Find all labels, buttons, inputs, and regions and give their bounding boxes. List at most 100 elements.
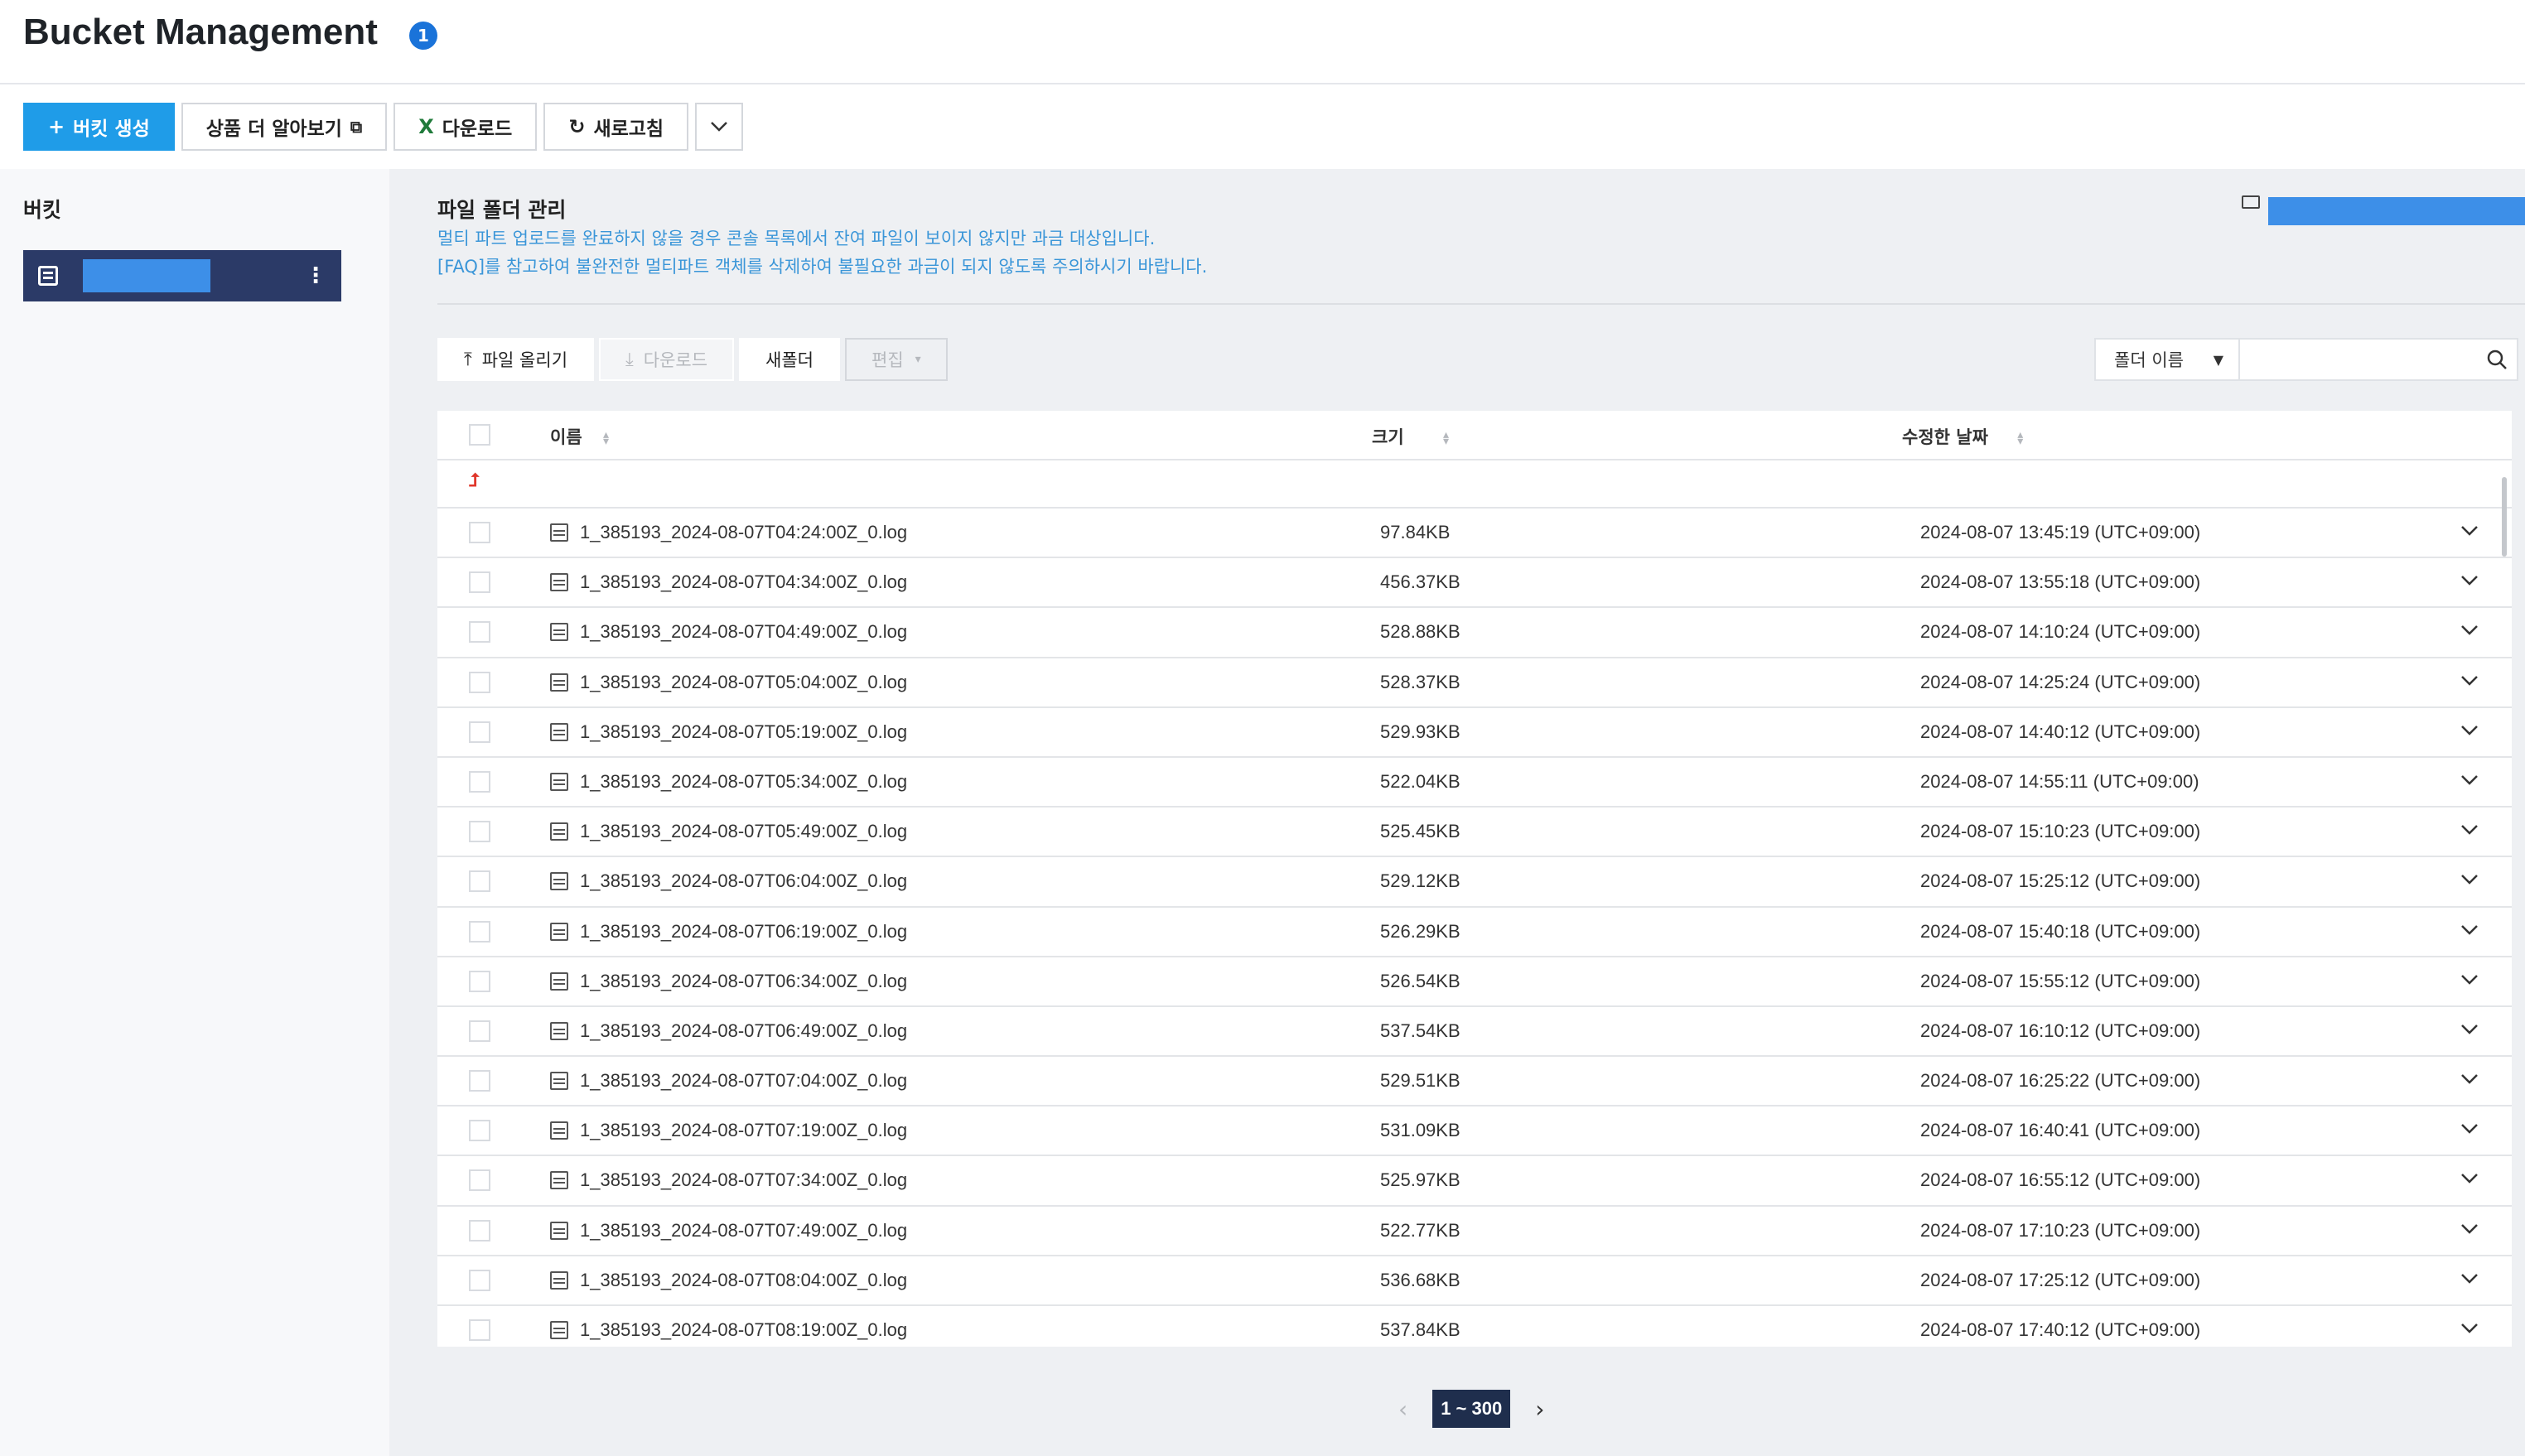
bucket-icon (38, 266, 58, 286)
table-row[interactable]: 1_385193_2024-08-07T07:49:00Z_0.log 522.7… (437, 1207, 2512, 1256)
table-row[interactable]: 1_385193_2024-08-07T06:34:00Z_0.log 526.5… (437, 957, 2512, 1007)
chevron-down-icon[interactable] (2460, 1068, 2479, 1090)
chevron-down-icon[interactable] (2460, 570, 2479, 591)
table-row[interactable]: 1_385193_2024-08-07T07:19:00Z_0.log 531.0… (437, 1106, 2512, 1157)
file-name[interactable]: 1_385193_2024-08-07T08:19:00Z_0.log (580, 1319, 907, 1341)
chevron-down-icon[interactable] (2460, 819, 2479, 841)
row-checkbox[interactable] (469, 1169, 490, 1192)
column-size-header[interactable]: 크기 ▴ ▾ (1372, 424, 1449, 449)
redacted-bucket-name (83, 259, 210, 292)
chevron-down-icon[interactable] (2460, 720, 2479, 741)
table-row[interactable]: 1_385193_2024-08-07T05:34:00Z_0.log 522.0… (437, 758, 2512, 808)
file-name[interactable]: 1_385193_2024-08-07T04:24:00Z_0.log (580, 522, 907, 543)
refresh-button[interactable]: ↻ 새로고침 (543, 103, 689, 151)
faq-notice-text[interactable]: [FAQ]를 참고하여 불완전한 멀티파트 객체를 삭제하여 불필요한 과금이 … (437, 253, 1207, 278)
file-name[interactable]: 1_385193_2024-08-07T07:19:00Z_0.log (580, 1120, 907, 1141)
row-checkbox[interactable] (469, 522, 490, 543)
parent-folder-row[interactable]: ⮥ (437, 460, 2512, 509)
table-row[interactable]: 1_385193_2024-08-07T06:49:00Z_0.log 537.5… (437, 1007, 2512, 1058)
file-icon (550, 822, 568, 841)
row-checkbox[interactable] (469, 721, 490, 743)
sidebar-item-bucket[interactable]: ⋮ (23, 250, 341, 301)
row-checkbox[interactable] (469, 671, 490, 693)
table-row[interactable]: 1_385193_2024-08-07T07:34:00Z_0.log 525.9… (437, 1156, 2512, 1207)
chevron-down-icon[interactable] (2460, 919, 2479, 941)
table-row[interactable]: 1_385193_2024-08-07T04:49:00Z_0.log 528.8… (437, 608, 2512, 658)
chevron-down-icon[interactable] (2460, 620, 2479, 641)
search-input[interactable] (2240, 338, 2518, 381)
table-scrollbar[interactable] (2502, 477, 2507, 557)
chevron-down-icon[interactable] (2460, 1218, 2479, 1240)
table-row[interactable]: 1_385193_2024-08-07T04:34:00Z_0.log 456.3… (437, 558, 2512, 609)
row-checkbox[interactable] (469, 870, 490, 893)
next-page-icon[interactable]: › (1535, 1396, 1544, 1423)
column-name-header[interactable]: 이름 ▴ ▾ (550, 424, 609, 449)
row-checkbox[interactable] (469, 1269, 490, 1291)
chevron-down-icon[interactable] (2460, 1118, 2479, 1140)
upload-file-button[interactable]: ⤒ 파일 올리기 (437, 338, 595, 381)
chevron-down-icon[interactable] (2460, 520, 2479, 542)
chevron-down-icon[interactable] (2460, 1019, 2479, 1040)
table-row[interactable]: 1_385193_2024-08-07T07:04:00Z_0.log 529.5… (437, 1057, 2512, 1107)
select-all-checkbox[interactable] (469, 424, 490, 446)
table-row[interactable]: 1_385193_2024-08-07T06:19:00Z_0.log 526.2… (437, 908, 2512, 957)
row-checkbox[interactable] (469, 970, 490, 992)
chevron-down-icon[interactable] (2460, 1268, 2479, 1290)
excel-download-button[interactable]: X 다운로드 (393, 103, 538, 151)
chevron-down-icon[interactable] (2460, 670, 2479, 692)
table-row[interactable]: 1_385193_2024-08-07T05:04:00Z_0.log 528.3… (437, 658, 2512, 708)
row-checkbox[interactable] (469, 1219, 490, 1241)
learn-more-button[interactable]: 상품 더 알아보기 ⧉ (181, 103, 388, 151)
file-name[interactable]: 1_385193_2024-08-07T04:34:00Z_0.log (580, 571, 907, 593)
row-checkbox[interactable] (469, 1319, 490, 1341)
current-page[interactable]: 1 ~ 300 (1432, 1390, 1511, 1428)
prev-page-icon[interactable]: ‹ (1398, 1396, 1407, 1423)
file-name[interactable]: 1_385193_2024-08-07T06:49:00Z_0.log (580, 1020, 907, 1042)
search-field-select[interactable]: 폴더 이름 ▼ (2094, 338, 2240, 381)
table-row[interactable]: 1_385193_2024-08-07T05:19:00Z_0.log 529.9… (437, 708, 2512, 758)
file-name[interactable]: 1_385193_2024-08-07T05:49:00Z_0.log (580, 821, 907, 842)
file-size: 537.54KB (1380, 1020, 1460, 1041)
table-row[interactable]: 1_385193_2024-08-07T06:04:00Z_0.log 529.1… (437, 857, 2512, 908)
file-name[interactable]: 1_385193_2024-08-07T06:04:00Z_0.log (580, 870, 907, 892)
chevron-down-icon[interactable] (2460, 869, 2479, 890)
row-checkbox[interactable] (469, 920, 490, 943)
download-file-button[interactable]: ⤓ 다운로드 (599, 338, 735, 381)
create-bucket-button[interactable]: + 버킷 생성 (23, 103, 175, 151)
chevron-down-icon[interactable] (2460, 1168, 2479, 1189)
row-checkbox[interactable] (469, 571, 490, 594)
file-name[interactable]: 1_385193_2024-08-07T05:19:00Z_0.log (580, 721, 907, 743)
file-name[interactable]: 1_385193_2024-08-07T05:04:00Z_0.log (580, 672, 907, 693)
more-dropdown-button[interactable] (695, 103, 744, 151)
table-row[interactable]: 1_385193_2024-08-07T08:04:00Z_0.log 536.6… (437, 1256, 2512, 1306)
file-icon (550, 872, 568, 891)
row-checkbox[interactable] (469, 821, 490, 843)
info-badge[interactable]: 1 (409, 22, 437, 50)
file-name[interactable]: 1_385193_2024-08-07T07:04:00Z_0.log (580, 1070, 907, 1092)
row-checkbox[interactable] (469, 770, 490, 793)
row-checkbox[interactable] (469, 1120, 490, 1142)
table-row[interactable]: 1_385193_2024-08-07T08:19:00Z_0.log 537.8… (437, 1306, 2512, 1347)
new-folder-button[interactable]: 새폴더 (739, 338, 840, 381)
file-name[interactable]: 1_385193_2024-08-07T06:34:00Z_0.log (580, 971, 907, 992)
table-row[interactable]: 1_385193_2024-08-07T05:49:00Z_0.log 525.4… (437, 808, 2512, 858)
row-checkbox[interactable] (469, 621, 490, 644)
chevron-down-icon[interactable] (2460, 969, 2479, 991)
row-checkbox[interactable] (469, 1020, 490, 1042)
file-name[interactable]: 1_385193_2024-08-07T07:34:00Z_0.log (580, 1169, 907, 1191)
chevron-down-icon (711, 122, 727, 132)
search-icon[interactable] (2485, 348, 2508, 371)
column-date-header[interactable]: 수정한 날짜 ▴ ▾ (1902, 424, 2023, 449)
file-table: 이름 ▴ ▾ 크기 ▴ ▾ 수정한 날짜 ▴ ▾ ⮥ 1_385193_2024-08… (437, 411, 2512, 1347)
file-name[interactable]: 1_385193_2024-08-07T08:04:00Z_0.log (580, 1270, 907, 1291)
file-name[interactable]: 1_385193_2024-08-07T04:49:00Z_0.log (580, 621, 907, 643)
table-row[interactable]: 1_385193_2024-08-07T04:24:00Z_0.log 97.84… (437, 509, 2512, 559)
kebab-menu-icon[interactable]: ⋮ (305, 263, 326, 288)
row-checkbox[interactable] (469, 1070, 490, 1092)
chevron-down-icon[interactable] (2460, 769, 2479, 791)
file-name[interactable]: 1_385193_2024-08-07T06:19:00Z_0.log (580, 921, 907, 943)
chevron-down-icon[interactable] (2460, 1318, 2479, 1339)
edit-dropdown-button[interactable]: 편집 ▾ (845, 338, 948, 381)
file-name[interactable]: 1_385193_2024-08-07T05:34:00Z_0.log (580, 771, 907, 793)
file-name[interactable]: 1_385193_2024-08-07T07:49:00Z_0.log (580, 1220, 907, 1241)
